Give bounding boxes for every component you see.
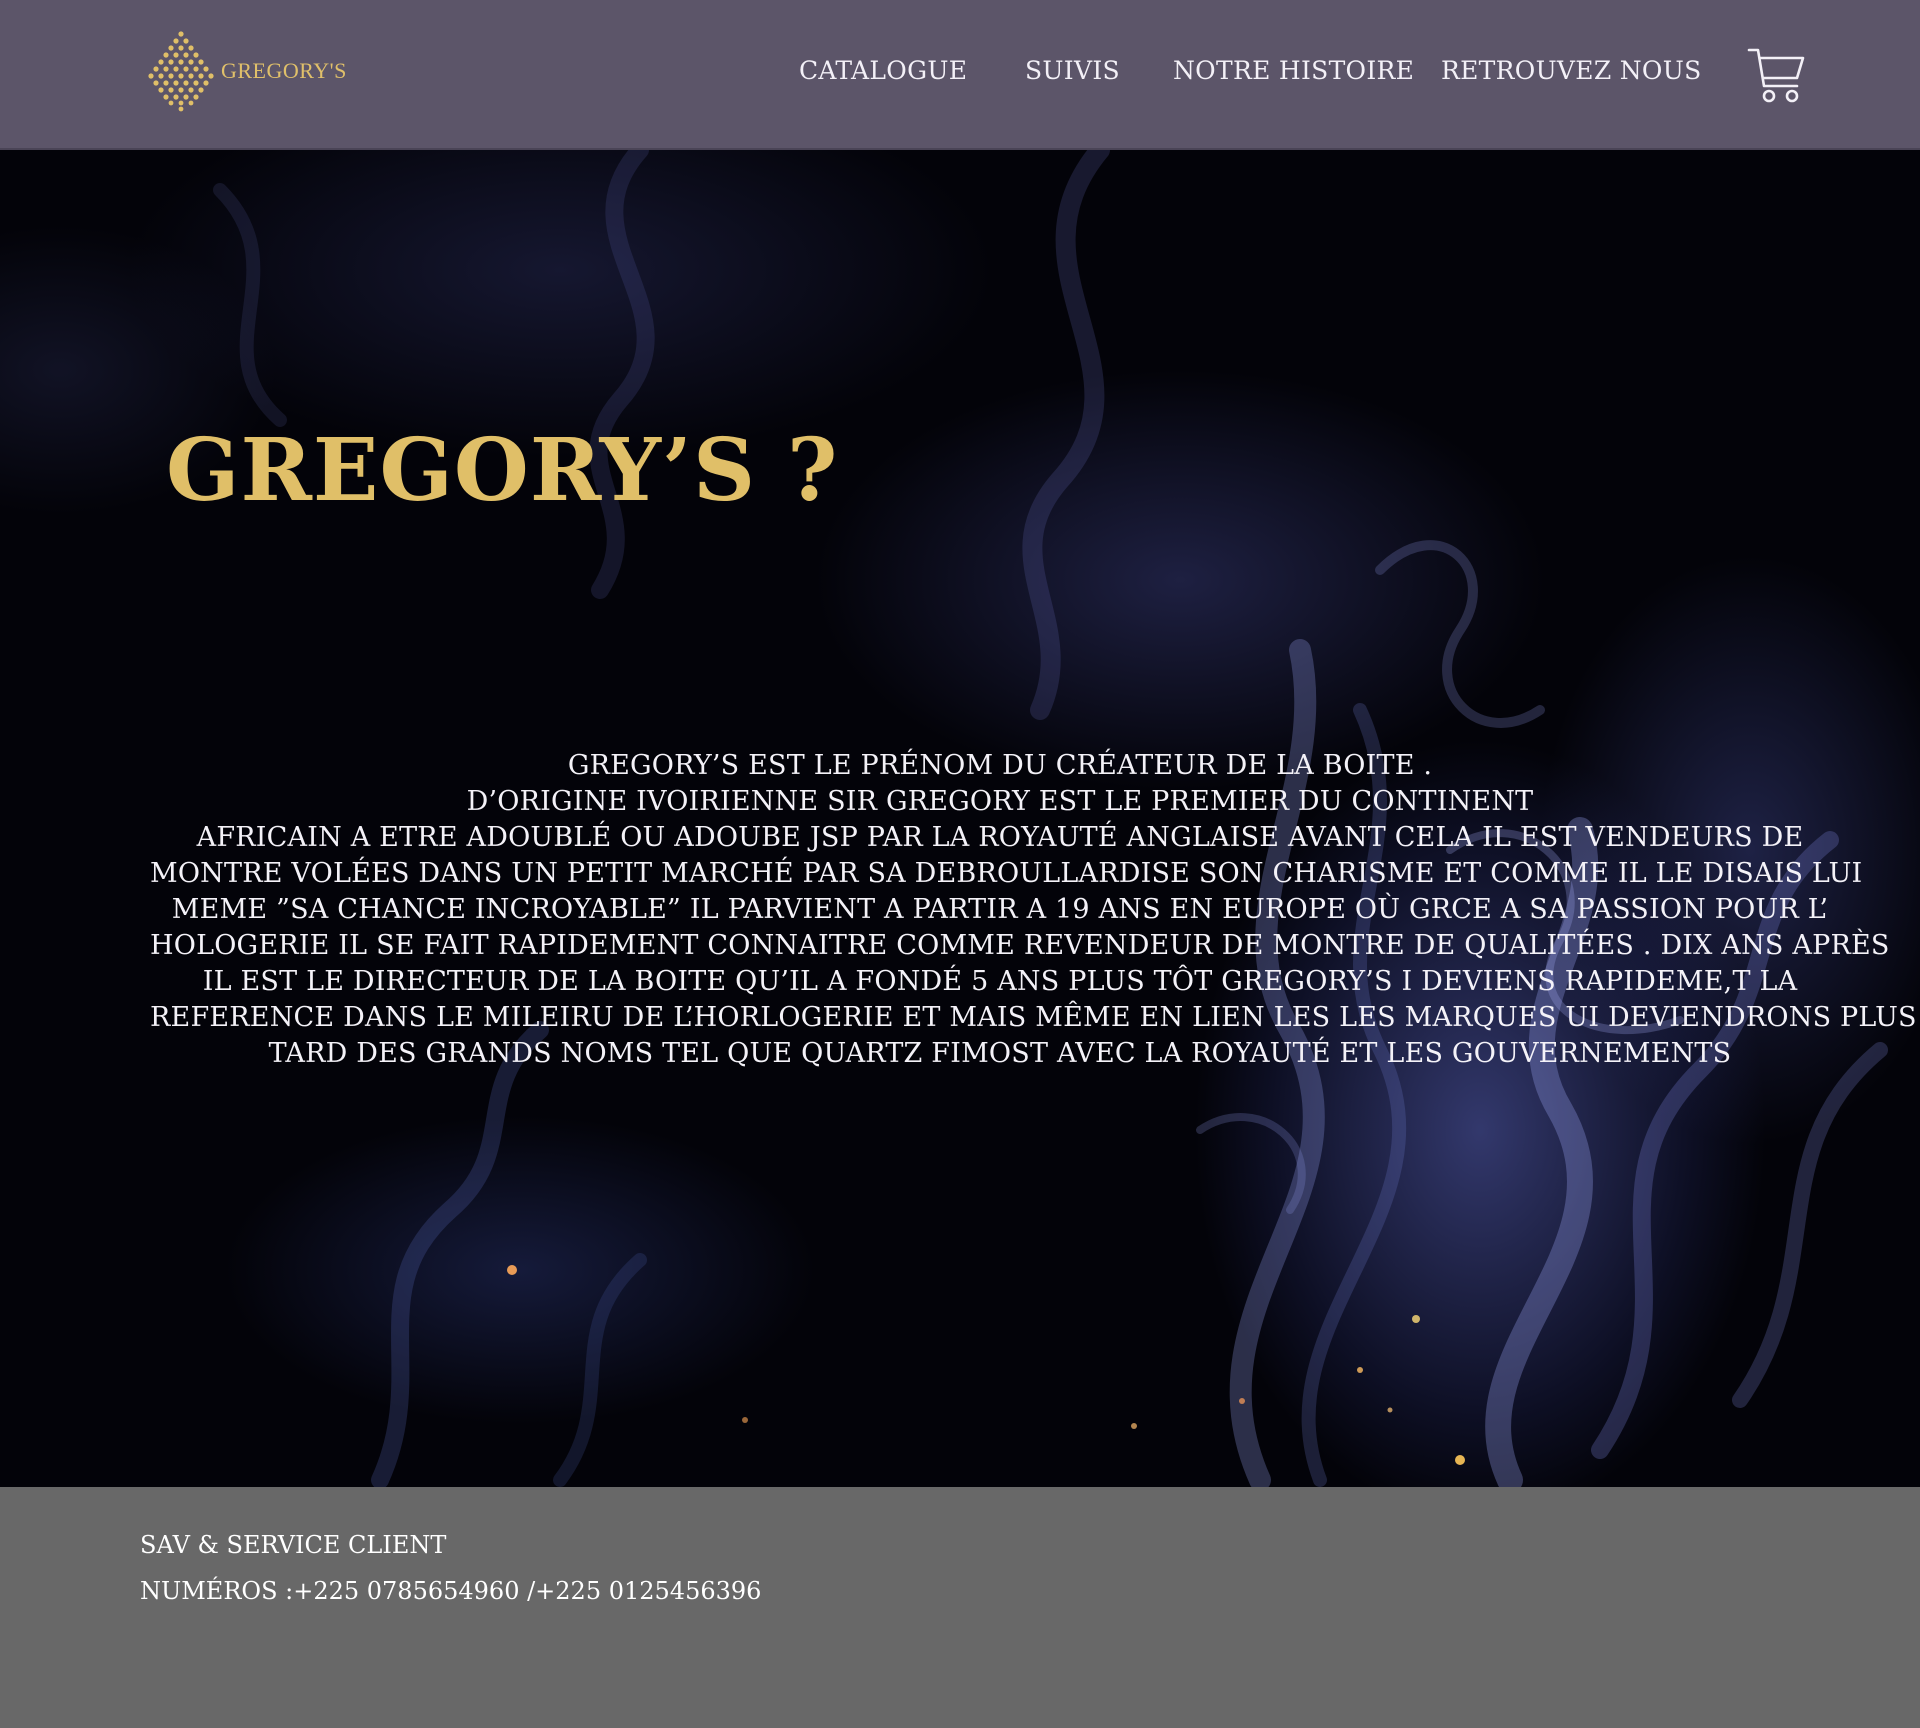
- story-line: GREGORY’S EST LE PRÉNOM DU CRÉATEUR DE L…: [567, 750, 1433, 781]
- story-line: HOLOGERIE IL SE FAIT RAPIDEMENT CONNAITR…: [150, 930, 1890, 961]
- site-header: GREGORY'S CATALOGUE SUIVIS NOTRE HISTOIR…: [0, 0, 1920, 150]
- site-footer: SAV & SERVICE CLIENT NUMÉROS :+225 07856…: [0, 1487, 1920, 1728]
- story-line: REFERENCE DANS LE MILEIRU DE L’HORLOGERI…: [150, 1002, 1917, 1033]
- page: GREGORY'S CATALOGUE SUIVIS NOTRE HISTOIR…: [0, 0, 1920, 1728]
- nav-notre-histoire[interactable]: NOTRE HISTOIRE: [1173, 56, 1414, 85]
- hero-title: GREGORY’S ?: [166, 420, 839, 521]
- story-line: D’ORIGINE IVOIRIENNE SIR GREGORY EST LE …: [466, 786, 1534, 817]
- story-line: AFRICAIN A ETRE ADOUBLÉ OU ADOUBE JSP PA…: [196, 822, 1804, 853]
- footer-phone-numbers: NUMÉROS :+225 0785654960 /+225 012545639…: [140, 1577, 762, 1605]
- story-line: MONTRE VOLÉES DANS UN PETIT MARCHÉ PAR S…: [150, 858, 1863, 889]
- nav-suivis[interactable]: SUIVIS: [1025, 56, 1120, 85]
- story-line: MEME ”SA CHANCE INCROYABLE” IL PARVIENT …: [171, 894, 1829, 925]
- nav-retrouvez-nous[interactable]: RETROUVEZ NOUS: [1441, 56, 1702, 85]
- footer-service-title: SAV & SERVICE CLIENT: [140, 1531, 447, 1559]
- story-line: TARD DES GRANDS NOMS TEL QUE QUARTZ FIMO…: [268, 1038, 1732, 1069]
- hero-section: GREGORY’S ? GREGORY’S EST LE PRÉNOM DU C…: [0, 150, 1920, 1487]
- shopping-cart-icon[interactable]: [1747, 46, 1807, 106]
- hero-story-text: GREGORY’S EST LE PRÉNOM DU CRÉATEUR DE L…: [150, 748, 1917, 1072]
- story-line: IL EST LE DIRECTEUR DE LA BOITE QU’IL A …: [202, 966, 1798, 997]
- nav-catalogue[interactable]: CATALOGUE: [799, 56, 967, 85]
- main-nav: CATALOGUE SUIVIS NOTRE HISTOIRE RETROUVE…: [0, 56, 1920, 96]
